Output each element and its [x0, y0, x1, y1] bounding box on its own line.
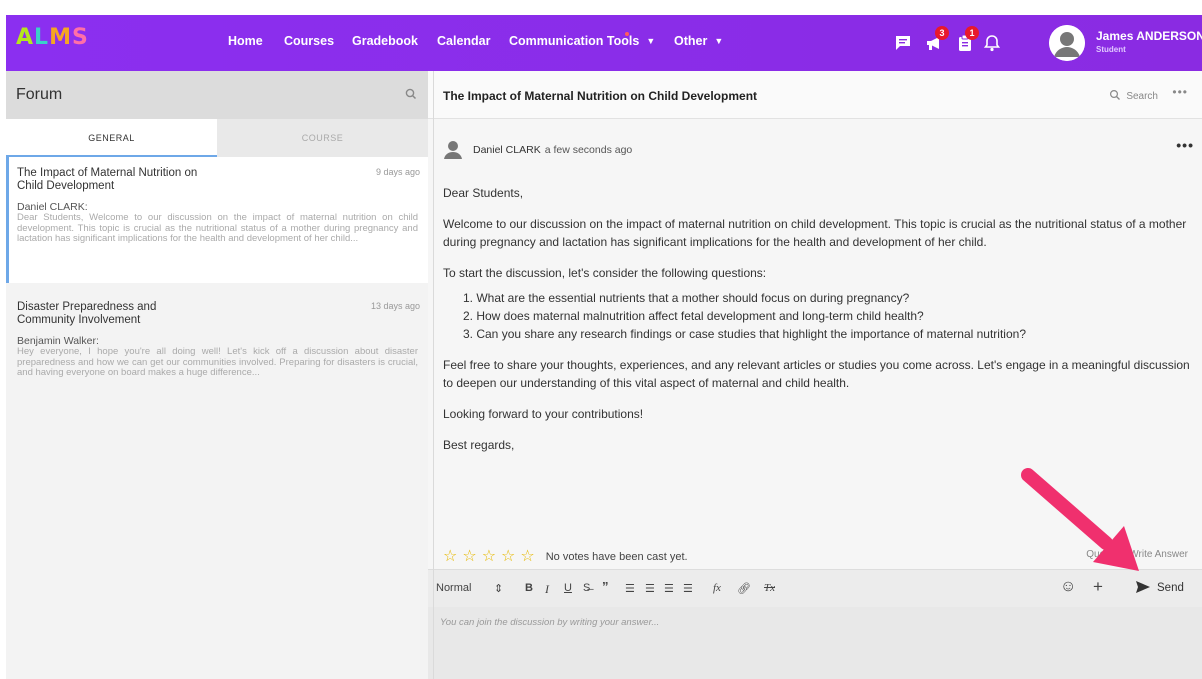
outdent-icon[interactable]: ☰ [683, 582, 693, 595]
post-intro: Welcome to our discussion on the impact … [443, 217, 1187, 249]
post-looking-forward: Looking forward to your contributions! [443, 407, 644, 421]
nav-communication-tools-label: Communication Tools [509, 34, 640, 48]
post-text: Dear Students, Welcome to our discussion… [443, 184, 1193, 467]
clipboard-badge: 1 [965, 26, 979, 40]
chevron-down-icon: ▼ [646, 36, 656, 46]
format-select[interactable]: Normal [436, 582, 471, 594]
editor-placeholder: You can join the discussion by writing y… [440, 617, 660, 628]
post-header: The Impact of Maternal Nutrition on Chil… [428, 71, 1202, 119]
clear-format-icon[interactable]: Tx [764, 582, 775, 594]
post-lead: To start the discussion, let's consider … [443, 266, 767, 280]
nav-other-label: Other [674, 34, 708, 48]
thread-item-disaster-preparedness[interactable]: Disaster Preparedness and Community Invo… [6, 291, 428, 401]
list-item: 2. How does maternal malnutrition affect… [463, 309, 924, 323]
star-icon[interactable]: ☆ [520, 548, 534, 565]
star-icon[interactable]: ☆ [462, 548, 476, 565]
answer-editor[interactable]: You can join the discussion by writing y… [428, 607, 1202, 679]
post-actions: Quoting Write Answer [1078, 549, 1188, 560]
formula-icon[interactable]: fx [713, 582, 721, 594]
editor-toolbar: Normal ⇕ B I U S̶ ” ☰ ☰ ☰ ☰ fx 🔗︎ Tx ☺ +… [428, 569, 1202, 607]
indent-icon[interactable]: ☰ [664, 582, 674, 595]
logo-letter-l: L [34, 25, 50, 50]
strikethrough-icon[interactable]: S̶ [583, 582, 590, 594]
nav-courses[interactable]: Courses [284, 34, 334, 48]
post-search-label: Search [1126, 91, 1158, 102]
question-list: 1. What are the essential nutrients that… [463, 289, 1193, 343]
user-name[interactable]: James ANDERSON [1096, 29, 1202, 43]
post-body: Daniel CLARK a few seconds ago ••• Dear S… [428, 119, 1202, 565]
thread-item-maternal-nutrition[interactable]: The Impact of Maternal Nutrition on Chil… [6, 157, 428, 283]
messages-icon[interactable] [892, 32, 914, 54]
chevron-down-icon: ▼ [714, 36, 724, 46]
megaphone-icon[interactable]: 3 [924, 26, 949, 54]
write-answer-link[interactable]: Write Answer [1129, 549, 1188, 560]
panel-divider [433, 71, 434, 679]
post-closing: Feel free to share your thoughts, experi… [443, 358, 1190, 390]
votes-text: No votes have been cast yet. [545, 551, 688, 563]
italic-icon[interactable]: I [545, 582, 549, 597]
quote-icon[interactable]: ” [602, 579, 609, 594]
thread-title: The Impact of Maternal Nutrition on Chil… [17, 167, 198, 192]
nav-communication-tools[interactable]: Communication Tools ▼ [509, 32, 656, 48]
app-window: ALMS Home Courses Gradebook Calendar Com… [6, 15, 1202, 679]
ordered-list-icon[interactable]: ☰ [625, 582, 635, 595]
logo-letter-m: M [49, 25, 72, 50]
tab-general[interactable]: GENERAL [6, 119, 217, 157]
user-role: Student [1096, 45, 1126, 54]
bell-icon[interactable] [981, 32, 1003, 54]
top-navbar: ALMS Home Courses Gradebook Calendar Com… [6, 15, 1202, 71]
post-greeting: Dear Students, [443, 186, 524, 200]
underline-icon[interactable]: U [564, 582, 572, 594]
send-label: Send [1157, 582, 1184, 594]
list-item: 3. Can you share any research findings o… [463, 327, 1026, 341]
thread-excerpt: Hey everyone, I hope you're all doing we… [17, 346, 418, 378]
bold-icon[interactable]: B [525, 582, 533, 594]
send-button[interactable]: Send [1135, 580, 1184, 594]
author-avatar-icon [443, 139, 463, 159]
search-icon [1110, 89, 1121, 100]
post-search-button[interactable]: Search [1109, 89, 1158, 102]
thread-date: 13 days ago [370, 301, 420, 311]
post-menu-icon[interactable]: ••• [1176, 137, 1194, 153]
clipboard-icon[interactable]: 1 [954, 26, 979, 54]
post-time: a few seconds ago [544, 144, 633, 156]
post-title: The Impact of Maternal Nutrition on Chil… [443, 89, 758, 103]
thread-excerpt: Dear Students, Welcome to our discussion… [17, 212, 418, 244]
more-options-icon[interactable]: ••• [1172, 85, 1188, 99]
search-icon[interactable] [404, 87, 418, 101]
emoji-icon[interactable]: ☺ [1060, 578, 1076, 596]
forum-title: Forum [16, 86, 63, 103]
forum-header: Forum [6, 71, 428, 119]
nav-other[interactable]: Other ▼ [674, 34, 723, 48]
nav-home[interactable]: Home [228, 34, 263, 48]
forum-tabs: GENERAL COURSE [6, 119, 428, 157]
star-icon[interactable]: ☆ [443, 548, 457, 565]
user-avatar[interactable] [1049, 25, 1085, 61]
star-icon[interactable]: ☆ [482, 548, 496, 565]
plus-icon[interactable]: + [1093, 577, 1103, 597]
logo-letter-a: A [16, 25, 35, 50]
select-arrows-icon[interactable]: ⇕ [494, 582, 503, 595]
forum-sidebar: Forum GENERAL COURSE The Impact of Mater… [6, 71, 428, 679]
bullet-list-icon[interactable]: ☰ [645, 582, 655, 595]
logo-letter-s: S [71, 25, 89, 50]
tab-course[interactable]: COURSE [217, 119, 428, 157]
quoting-link[interactable]: Quoting [1086, 549, 1121, 560]
nav-gradebook[interactable]: Gradebook [352, 34, 418, 48]
post-panel: The Impact of Maternal Nutrition on Chil… [428, 71, 1202, 679]
post-signoff: Best regards, [443, 438, 515, 452]
alms-logo[interactable]: ALMS [16, 25, 89, 50]
list-item: 1. What are the essential nutrients that… [463, 291, 910, 305]
nav-calendar[interactable]: Calendar [437, 34, 491, 48]
post-author-name[interactable]: Daniel CLARK [473, 144, 541, 156]
post-author: Daniel CLARK a few seconds ago [473, 144, 632, 156]
thread-date: 9 days ago [375, 167, 420, 177]
thread-title: Disaster Preparedness and Community Invo… [17, 301, 157, 326]
star-icon[interactable]: ☆ [501, 548, 515, 565]
send-arrow-icon [1136, 581, 1150, 593]
megaphone-badge: 3 [935, 26, 949, 40]
notification-dot [625, 32, 629, 36]
link-icon[interactable]: 🔗︎ [737, 582, 751, 595]
rating-row: ☆ ☆ ☆ ☆ ☆ No votes have been cast yet. Quotin… [443, 546, 1188, 566]
